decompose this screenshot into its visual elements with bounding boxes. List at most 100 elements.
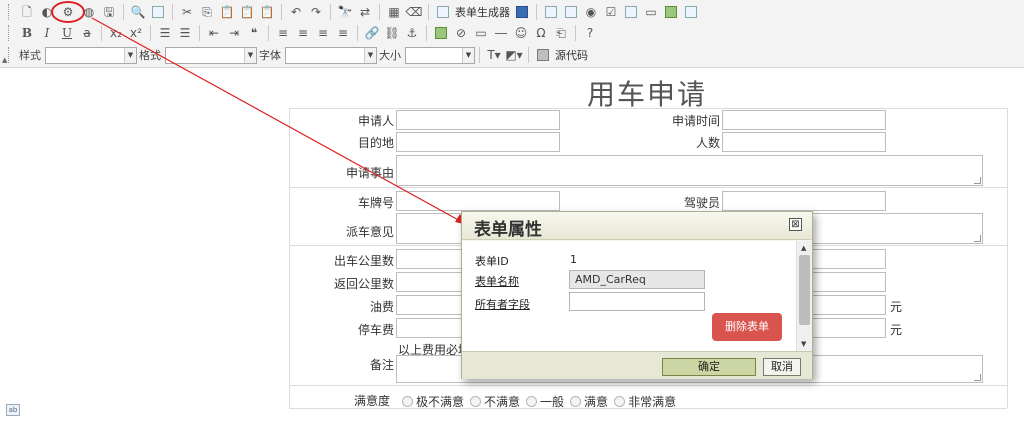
flash-icon[interactable]: ⊘ (452, 24, 470, 42)
scroll-down-icon[interactable]: ▼ (801, 340, 806, 348)
save-icon[interactable]: 🖫 (100, 3, 118, 21)
format-dropdown[interactable]: ▼ (165, 46, 257, 64)
chevron-down-icon: ▼ (364, 47, 376, 63)
source-button[interactable]: 源代码 (555, 47, 588, 63)
new-page-icon[interactable]: 🗋 (18, 3, 36, 21)
toolbar-separator (575, 25, 576, 41)
driver-input[interactable] (722, 191, 886, 211)
select-icon[interactable] (622, 3, 640, 21)
toolbar-separator (428, 4, 429, 20)
dialog-titlebar[interactable]: 表单属性 ⊠ (462, 212, 812, 240)
page-title: 用车申请 (587, 78, 708, 111)
form-name-field[interactable]: AMD_CarReq (569, 270, 705, 289)
hidden-field-icon[interactable] (682, 3, 700, 21)
apply-time-input[interactable] (722, 110, 886, 130)
satisfaction-radio[interactable] (614, 396, 626, 407)
replace-icon[interactable]: ⇄ (356, 3, 374, 21)
subscript-icon[interactable]: x₂ (107, 24, 125, 42)
smiley-icon[interactable]: ☺ (512, 24, 530, 42)
cancel-button[interactable]: 取消 (763, 358, 801, 376)
size-dropdown[interactable]: ▼ (405, 46, 475, 64)
close-icon[interactable]: ⊠ (789, 218, 802, 231)
link-icon[interactable]: 🔗 (363, 24, 381, 42)
plate-no-input[interactable] (396, 191, 560, 211)
help-icon[interactable]: ? (581, 24, 599, 42)
select-all-icon[interactable] (149, 3, 167, 21)
textfield-corner-icon: ab (6, 404, 20, 416)
people-count-input[interactable] (722, 132, 886, 152)
checkbox-icon[interactable]: ☑ (602, 3, 620, 21)
anchor-icon[interactable]: ⚓ (403, 24, 421, 42)
owner-field-input[interactable] (569, 292, 705, 311)
source-icon[interactable] (534, 46, 552, 64)
satisfaction-radio[interactable] (470, 396, 482, 407)
eraser-icon[interactable]: ⌫ (405, 3, 423, 21)
print-preview-icon[interactable]: 🔍 (129, 3, 147, 21)
textfield-icon[interactable] (542, 3, 560, 21)
table-icon[interactable]: ▦ (385, 3, 403, 21)
paste-icon[interactable]: 📋 (218, 3, 236, 21)
undo-icon[interactable]: ↶ (287, 3, 305, 21)
align-justify-icon[interactable]: ≡ (334, 24, 352, 42)
ok-button[interactable]: 确定 (662, 358, 756, 376)
redo-icon[interactable]: ↷ (307, 3, 325, 21)
toolbar-row-1: 🗋 ◐ ⚙ ◍ 🖫 🔍 ✂ ⎘ 📋 📋 📋 ↶ ↷ 🔭 ⇄ ▦ ⌫ 表单生成器 … (8, 1, 701, 23)
paste-word-icon[interactable]: 📋 (258, 3, 276, 21)
outdent-icon[interactable]: ⇤ (205, 24, 223, 42)
textarea-icon[interactable] (562, 3, 580, 21)
form-generator-button[interactable]: 表单生成器 (455, 4, 510, 20)
blockquote-icon[interactable]: ❝ (245, 24, 263, 42)
button-icon[interactable]: ▭ (642, 3, 660, 21)
superscript-icon[interactable]: x² (127, 24, 145, 42)
satisfaction-radio[interactable] (526, 396, 538, 407)
bulleted-list-icon[interactable]: ☰ (176, 24, 194, 42)
table-insert-icon[interactable]: ▭ (472, 24, 490, 42)
radio-icon[interactable]: ◉ (582, 3, 600, 21)
image-button-icon[interactable] (662, 3, 680, 21)
driver-label: 驾驶员 (683, 196, 720, 210)
indent-icon[interactable]: ⇥ (225, 24, 243, 42)
underline-icon[interactable]: U (58, 24, 76, 42)
italic-icon[interactable]: I (38, 24, 56, 42)
form-id-value: 1 (570, 253, 577, 266)
reason-textarea[interactable] (396, 155, 983, 186)
applicant-input[interactable] (396, 110, 560, 130)
collapse-toolbar-icon[interactable]: ▲ (2, 56, 7, 64)
horizontal-rule-icon[interactable]: ― (492, 24, 510, 42)
toolbar-separator (426, 25, 427, 41)
satisfaction-radio[interactable] (570, 396, 582, 407)
align-center-icon[interactable]: ≡ (294, 24, 312, 42)
font-dropdown[interactable]: ▼ (285, 46, 377, 64)
bold-icon[interactable]: B (18, 24, 36, 42)
special-char-icon[interactable]: Ω (532, 24, 550, 42)
copy-icon[interactable]: ⎘ (198, 3, 216, 21)
numbered-list-icon[interactable]: ☰ (156, 24, 174, 42)
form-icon[interactable] (513, 3, 531, 21)
scroll-up-icon[interactable]: ▲ (801, 244, 806, 252)
bg-color-icon[interactable]: ◩▾ (505, 46, 523, 64)
template-icon[interactable]: ◍ (80, 3, 98, 21)
cut-icon[interactable]: ✂ (178, 3, 196, 21)
style-dropdown[interactable]: ▼ (45, 46, 137, 64)
page-break-icon[interactable]: ⎗ (552, 24, 570, 42)
scroll-thumb[interactable] (799, 255, 810, 325)
delete-form-button[interactable]: 删除表单 (712, 313, 782, 341)
unlink-icon[interactable]: ⛓ (383, 24, 401, 42)
dialog-scrollbar[interactable]: ▲ ▼ (796, 241, 812, 351)
image-icon[interactable] (432, 24, 450, 42)
form-generator-icon[interactable] (434, 3, 452, 21)
paste-text-icon[interactable]: 📋 (238, 3, 256, 21)
find-icon[interactable]: 🔭 (336, 3, 354, 21)
satisfaction-option: 一般 (540, 395, 565, 409)
text-color-icon[interactable]: T▾ (485, 46, 503, 64)
fuel-unit: 元 (890, 300, 903, 314)
toolbar-separator (357, 25, 358, 41)
toolbar-separator (150, 25, 151, 41)
destination-input[interactable] (396, 132, 560, 152)
dispatch-opinion-label: 派车意见 (345, 225, 394, 239)
align-right-icon[interactable]: ≡ (314, 24, 332, 42)
align-left-icon[interactable]: ≡ (274, 24, 292, 42)
owner-field-label: 所有者字段 (475, 298, 530, 311)
strikethrough-icon[interactable]: a (78, 24, 96, 42)
satisfaction-radio[interactable] (402, 396, 413, 407)
